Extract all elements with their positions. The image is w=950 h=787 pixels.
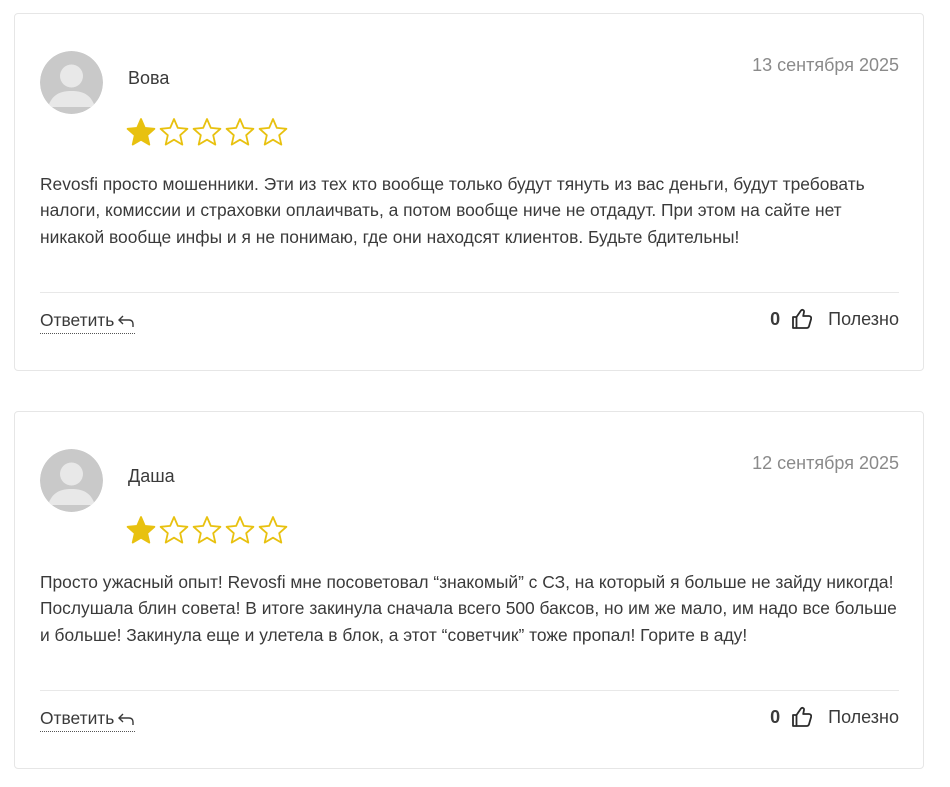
review-date: 13 сентября 2025	[752, 55, 899, 75]
star-outline-icon	[225, 118, 255, 146]
thumbs-up-icon[interactable]	[790, 705, 814, 729]
star-outline-icon	[159, 118, 189, 146]
star-outline-icon	[258, 118, 288, 146]
star-outline-icon	[258, 516, 288, 544]
star-outline-icon	[192, 516, 222, 544]
star-filled-icon	[126, 118, 156, 146]
review-card: Даша 12 сентября 2025 Просто ужасный опы…	[14, 411, 924, 769]
reply-link[interactable]: Ответить	[40, 708, 136, 732]
useful-counter: 0 Полезно	[770, 705, 899, 729]
divider	[40, 690, 899, 691]
useful-count: 0	[770, 706, 781, 727]
reply-label: Ответить	[40, 708, 115, 728]
divider	[40, 292, 899, 293]
useful-count: 0	[770, 308, 781, 329]
rating-stars	[126, 117, 288, 147]
star-outline-icon	[159, 516, 189, 544]
reply-arrow-icon	[118, 315, 135, 327]
useful-counter: 0 Полезно	[770, 307, 899, 331]
reply-label: Ответить	[40, 310, 115, 330]
star-outline-icon	[192, 118, 222, 146]
review-text: Revosfi просто мошенники. Эти из тех кто…	[40, 174, 865, 247]
review-author: Вова	[128, 68, 170, 88]
useful-label: Полезно	[828, 308, 899, 329]
review-date: 12 сентября 2025	[752, 453, 899, 473]
user-avatar-icon	[40, 51, 103, 114]
review-card: Вова 13 сентября 2025 Revosfi просто мош…	[14, 13, 924, 371]
reply-link[interactable]: Ответить	[40, 310, 136, 334]
thumbs-up-icon[interactable]	[790, 307, 814, 331]
review-text: Просто ужасный опыт! Revosfi мне посовет…	[40, 572, 897, 645]
user-avatar-icon	[40, 449, 103, 512]
reply-arrow-icon	[118, 713, 135, 725]
review-author: Даша	[128, 466, 175, 486]
rating-stars	[126, 515, 288, 545]
star-outline-icon	[225, 516, 255, 544]
useful-label: Полезно	[828, 706, 899, 727]
star-filled-icon	[126, 516, 156, 544]
